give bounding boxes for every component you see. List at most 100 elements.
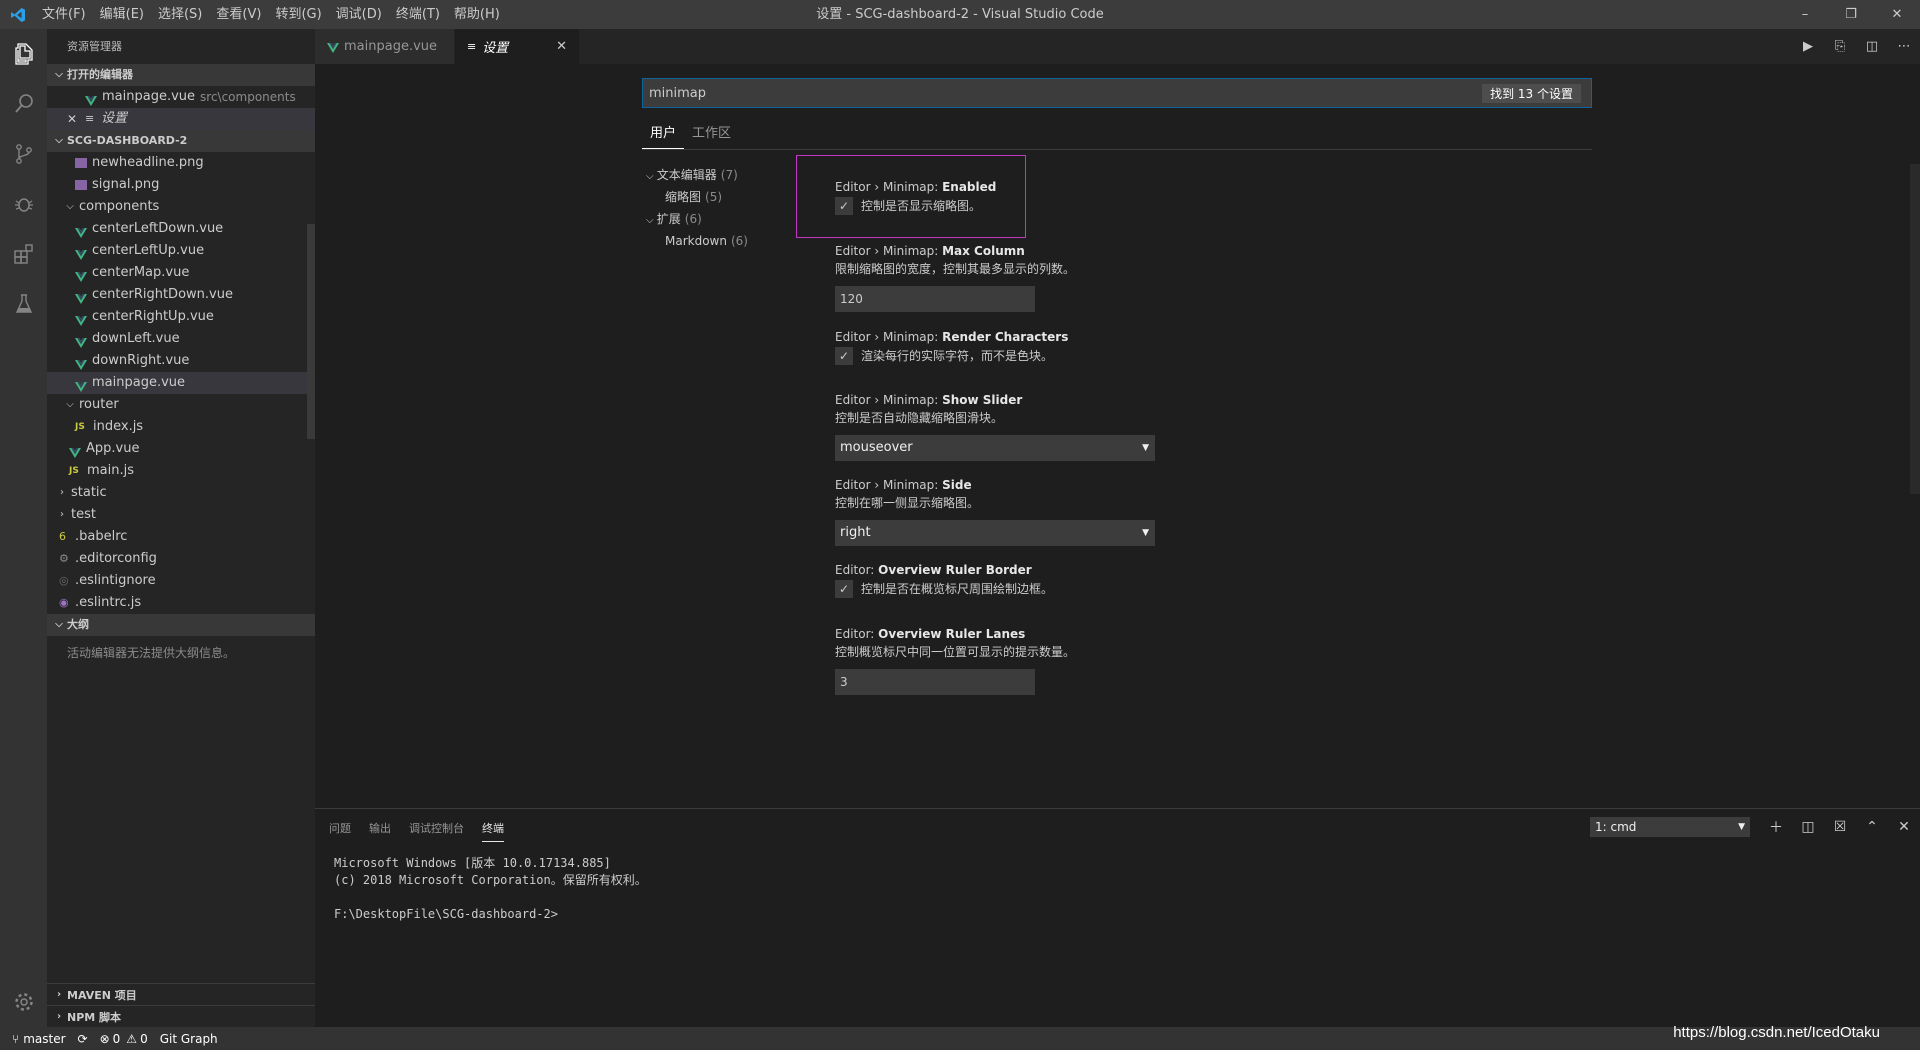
- more-actions-icon[interactable]: ⋯: [1888, 39, 1920, 54]
- explorer-icon[interactable]: [0, 29, 47, 79]
- file-tree-item[interactable]: signal.png: [47, 174, 315, 196]
- settings-search-input[interactable]: [643, 79, 1483, 107]
- file-tree-item[interactable]: ◎ .eslintignore: [47, 570, 315, 592]
- file-tree-item[interactable]: centerLeftDown.vue: [47, 218, 315, 240]
- setting-number-input[interactable]: 120: [835, 286, 1035, 312]
- file-tree-item[interactable]: centerLeftUp.vue: [47, 240, 315, 262]
- tab-terminal[interactable]: 终端: [482, 817, 504, 842]
- maximize-button[interactable]: ❐: [1828, 0, 1874, 29]
- settings-scrollbar[interactable]: [1910, 164, 1920, 494]
- file-tree-item[interactable]: ⌵ components: [47, 196, 315, 218]
- run-icon[interactable]: ▶: [1792, 39, 1824, 54]
- file-tree-item[interactable]: JS main.js: [47, 460, 315, 482]
- tab-user[interactable]: 用户: [642, 120, 685, 149]
- file-name: test: [71, 507, 96, 522]
- menu-item[interactable]: 文件(F): [35, 0, 93, 29]
- file-tree-item[interactable]: downLeft.vue: [47, 328, 315, 350]
- minimize-button[interactable]: –: [1782, 0, 1828, 29]
- file-name: downLeft.vue: [92, 331, 180, 346]
- close-tab-icon[interactable]: ✕: [556, 39, 567, 54]
- file-tree-item[interactable]: ⌵ router: [47, 394, 315, 416]
- menu-item[interactable]: 编辑(E): [93, 0, 151, 29]
- close-icon[interactable]: ✕: [67, 108, 85, 130]
- file-tree-item[interactable]: newheadline.png: [47, 152, 315, 174]
- debug-icon[interactable]: [0, 179, 47, 229]
- toc-item[interactable]: 缩略图 (5): [642, 186, 792, 208]
- split-terminal-icon[interactable]: ◫: [1792, 819, 1824, 835]
- file-tree-item[interactable]: 6 .babelrc: [47, 526, 315, 548]
- file-tree-item[interactable]: App.vue: [47, 438, 315, 460]
- source-control-icon[interactable]: [0, 129, 47, 179]
- outline-header[interactable]: ⌵ 大纲: [47, 614, 315, 636]
- setting-checkbox[interactable]: ✓: [835, 197, 853, 215]
- setting-dropdown[interactable]: right ▼: [835, 520, 1155, 546]
- menu-item[interactable]: 查看(V): [209, 0, 268, 29]
- project-header[interactable]: ⌵ SCG-DASHBOARD-2: [47, 130, 315, 152]
- git-branch[interactable]: ⑂ master: [12, 1032, 66, 1046]
- file-tree-item[interactable]: JS index.js: [47, 416, 315, 438]
- settings-file-icon: ≡: [85, 112, 95, 125]
- file-tree-item[interactable]: downRight.vue: [47, 350, 315, 372]
- open-settings-json-icon[interactable]: ⎘: [1824, 39, 1856, 54]
- menu-item[interactable]: 帮助(H): [447, 0, 507, 29]
- file-tree-item[interactable]: ⚙ .editorconfig: [47, 548, 315, 570]
- file-name: centerMap.vue: [92, 265, 190, 280]
- maximize-panel-icon[interactable]: ⌃: [1856, 819, 1888, 835]
- file-tree-item[interactable]: centerRightUp.vue: [47, 306, 315, 328]
- new-terminal-icon[interactable]: ＋: [1760, 817, 1792, 837]
- close-panel-icon[interactable]: ✕: [1888, 819, 1920, 835]
- setting-checkbox[interactable]: ✓: [835, 580, 853, 598]
- file-tree-item[interactable]: › static: [47, 482, 315, 504]
- menu-item[interactable]: 终端(T): [389, 0, 447, 29]
- chevron-right-icon: ›: [56, 989, 62, 1000]
- toc-item[interactable]: ⌵ 文本编辑器 (7): [642, 164, 792, 186]
- toc-item[interactable]: ⌵ 扩展 (6): [642, 208, 792, 230]
- tab-settings[interactable]: ≡ 设置 ✕: [455, 29, 580, 64]
- file-tree-item[interactable]: mainpage.vue: [47, 372, 315, 394]
- open-editor-item[interactable]: mainpage.vue src\components: [47, 86, 315, 108]
- tab-workspace[interactable]: 工作区: [684, 120, 739, 149]
- image-file-icon: [75, 158, 87, 168]
- setting-number-input[interactable]: 3: [835, 669, 1035, 695]
- git-graph-button[interactable]: Git Graph: [160, 1032, 218, 1046]
- tab-problems[interactable]: 问题: [329, 817, 351, 842]
- file-tree-item[interactable]: › test: [47, 504, 315, 526]
- test-flask-icon[interactable]: [0, 279, 47, 329]
- open-editor-item[interactable]: ✕ ≡ 设置: [47, 108, 315, 130]
- bottom-panel: 问题 输出 调试控制台 终端 1: cmd ▼ ＋ ◫ ☒ ⌃ ✕ Micros…: [315, 808, 1920, 1027]
- terminal-select[interactable]: 1: cmd ▼: [1590, 817, 1750, 837]
- sync-icon[interactable]: ⟳: [78, 1032, 88, 1046]
- problems-indicator[interactable]: ⊗ 0 ⚠ 0: [100, 1032, 148, 1046]
- npm-scripts-header[interactable]: › NPM 脚本: [47, 1005, 315, 1027]
- menu-item[interactable]: 选择(S): [151, 0, 209, 29]
- maven-projects-header[interactable]: › MAVEN 项目: [47, 983, 315, 1005]
- menu-item[interactable]: 转到(G): [268, 0, 328, 29]
- file-tree-item[interactable]: ◉ .eslintrc.js: [47, 592, 315, 614]
- kill-terminal-icon[interactable]: ☒: [1824, 819, 1856, 835]
- split-editor-icon[interactable]: ◫: [1856, 39, 1888, 54]
- tab-debug-console[interactable]: 调试控制台: [409, 817, 464, 842]
- js-file-icon: JS: [75, 422, 85, 432]
- search-icon[interactable]: [0, 79, 47, 129]
- open-editors-title: 打开的编辑器: [67, 68, 133, 81]
- open-editors-header[interactable]: ⌵ 打开的编辑器: [47, 64, 315, 86]
- tab-output[interactable]: 输出: [369, 817, 391, 842]
- setting-checkbox[interactable]: ✓: [835, 347, 853, 365]
- setting-dropdown[interactable]: mouseover ▼: [835, 435, 1155, 461]
- extensions-icon[interactable]: [0, 229, 47, 279]
- settings-gear-icon[interactable]: [0, 977, 47, 1027]
- file-tree-item[interactable]: centerRightDown.vue: [47, 284, 315, 306]
- tab-mainpage[interactable]: mainpage.vue: [315, 29, 455, 64]
- sidebar-scrollbar[interactable]: [307, 224, 315, 439]
- settings-toc: ⌵ 文本编辑器 (7) 缩略图 (5) ⌵ 扩展 (6) Markdown (6): [642, 164, 792, 252]
- close-window-button[interactable]: ✕: [1874, 0, 1920, 29]
- toc-label: 扩展: [656, 212, 681, 226]
- setting-category: Editor › Minimap:: [835, 330, 943, 344]
- setting-name: Render Characters: [942, 330, 1069, 344]
- terminal-output[interactable]: Microsoft Windows [版本 10.0.17134.885] (c)…: [334, 855, 647, 923]
- toc-item[interactable]: Markdown (6): [642, 230, 792, 252]
- setting-description: 渲染每行的实际字符，而不是色块。: [861, 349, 1054, 363]
- file-tree-item[interactable]: centerMap.vue: [47, 262, 315, 284]
- menu-item[interactable]: 调试(D): [329, 0, 389, 29]
